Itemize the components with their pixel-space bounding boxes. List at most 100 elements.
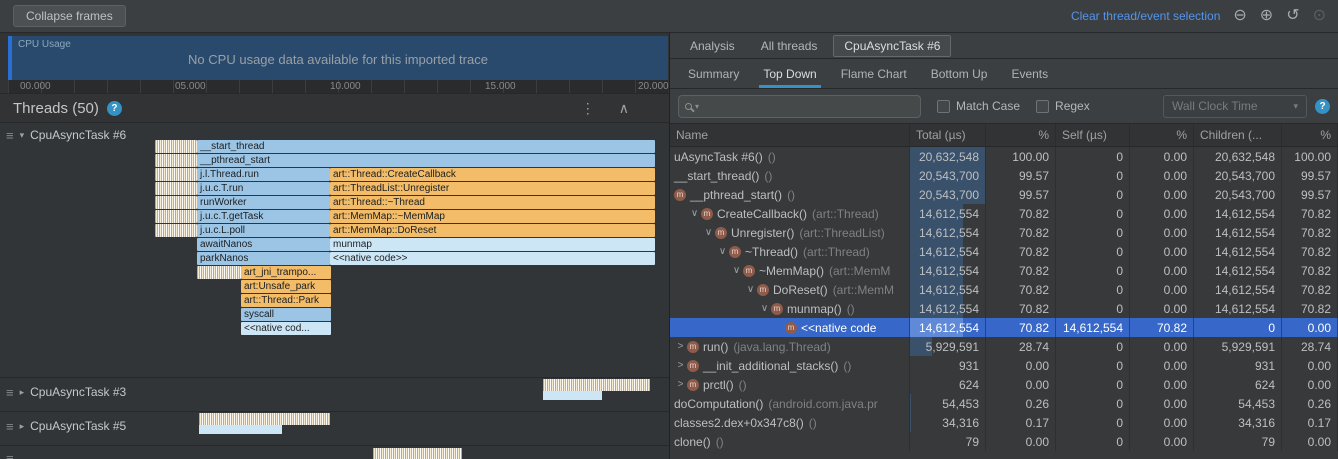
subtab-events[interactable]: Events xyxy=(999,59,1060,88)
table-row[interactable]: ∨mUnregister()(art::ThreadList)14,612,55… xyxy=(670,223,1338,242)
table-row[interactable]: ∨mDoReset()(art::MemM14,612,55470.8200.0… xyxy=(670,280,1338,299)
flame-call-segment[interactable]: art::Thread::~Thread xyxy=(330,196,655,209)
help-icon[interactable]: ? xyxy=(1315,99,1330,114)
subtab-flame-chart[interactable]: Flame Chart xyxy=(829,59,919,88)
flame-call-segment[interactable]: j.u.c.L.poll xyxy=(197,224,330,237)
flame-call-segment[interactable]: art::Thread::CreateCallback xyxy=(330,168,655,181)
table-row[interactable]: __start_thread()()20,543,70099.5700.0020… xyxy=(670,166,1338,185)
drag-handle-icon[interactable]: ≡ xyxy=(6,419,14,434)
flame-call-segment[interactable]: art::MemMap::~MemMap xyxy=(330,210,655,223)
column-header-[interactable]: % xyxy=(986,124,1056,146)
table-row[interactable]: classes2.dex+0x347c8()()34,3160.1700.003… xyxy=(670,413,1338,432)
flame-call-segment[interactable]: j.l.Thread.run xyxy=(197,168,330,181)
column-header-name[interactable]: Name xyxy=(670,124,910,146)
flame-call-segment[interactable]: art:Unsafe_park xyxy=(241,280,331,293)
chevron-right-icon[interactable]: > xyxy=(674,379,687,390)
flame-preview[interactable] xyxy=(373,448,462,459)
table-row[interactable]: >m__init_additional_stacks()()9310.0000.… xyxy=(670,356,1338,375)
search-input[interactable] xyxy=(702,99,914,113)
tab-cpuasynctask-6[interactable]: CpuAsyncTask #6 xyxy=(833,35,951,57)
reset-zoom-icon[interactable]: ↺ xyxy=(1286,8,1299,24)
flame-call-segment[interactable]: <<native cod... xyxy=(241,322,331,335)
column-header-children[interactable]: Children (... xyxy=(1194,124,1282,146)
timeline-ruler[interactable]: 00.00005.00010.00015.00020.000 xyxy=(8,80,668,93)
collapse-section-icon[interactable]: ∧ xyxy=(619,100,629,117)
cpu-usage-chart[interactable]: CPU Usage No CPU usage data available fo… xyxy=(8,36,668,80)
table-row[interactable]: doComputation()(android.com.java.pr54,45… xyxy=(670,394,1338,413)
thread-row-partial[interactable]: ≡ xyxy=(0,450,14,459)
table-row[interactable]: ∨m<<native code14,612,55470.8214,612,554… xyxy=(670,318,1338,337)
clear-selection-link[interactable]: Clear thread/event selection xyxy=(1071,9,1220,23)
thread-row-cpuasynctask-3[interactable]: ≡ ▸ CpuAsyncTask #3 xyxy=(0,384,126,400)
chevron-down-icon[interactable]: ∨ xyxy=(702,227,715,238)
flame-call-segment[interactable]: __start_thread xyxy=(197,140,655,153)
flame-multicolor-segment[interactable] xyxy=(155,168,197,181)
flame-call-segment[interactable]: parkNanos xyxy=(197,252,330,265)
flame-preview[interactable] xyxy=(543,379,650,391)
tab-all-threads[interactable]: All threads xyxy=(751,36,828,56)
flame-call-segment[interactable]: j.u.c.T.getTask xyxy=(197,210,330,223)
regex-option[interactable]: Regex xyxy=(1036,99,1090,113)
flame-call-segment[interactable]: __pthread_start xyxy=(197,154,655,167)
thread-row-cpuasynctask-6[interactable]: ≡ ▾ CpuAsyncTask #6 xyxy=(0,127,126,143)
table-row[interactable]: ∨m~MemMap()(art::MemM14,612,55470.8200.0… xyxy=(670,261,1338,280)
chevron-down-icon[interactable]: ∨ xyxy=(744,284,757,295)
match-case-checkbox[interactable] xyxy=(937,100,950,113)
drag-handle-icon[interactable]: ≡ xyxy=(6,451,14,459)
flame-preview[interactable] xyxy=(199,425,282,434)
flame-call-segment[interactable]: art::MemMap::DoReset xyxy=(330,224,655,237)
column-header-[interactable]: % xyxy=(1282,124,1338,146)
table-row[interactable]: clone()()790.0000.00790.00 xyxy=(670,432,1338,451)
match-case-option[interactable]: Match Case xyxy=(937,99,1020,113)
chevron-right-icon[interactable]: ▸ xyxy=(20,387,25,398)
drag-handle-icon[interactable]: ≡ xyxy=(6,128,14,143)
chevron-down-icon[interactable]: ∨ xyxy=(716,246,729,257)
flame-multicolor-segment[interactable] xyxy=(155,140,197,153)
table-row[interactable]: m__pthread_start()()20,543,70099.5700.00… xyxy=(670,185,1338,204)
zoom-out-icon[interactable]: ⊖ xyxy=(1233,8,1246,24)
subtab-bottom-up[interactable]: Bottom Up xyxy=(919,59,1000,88)
flame-call-segment[interactable]: munmap xyxy=(330,238,655,251)
column-header-total-s[interactable]: Total (µs) xyxy=(910,124,986,146)
table-row[interactable]: uAsyncTask #6()()20,632,548100.0000.0020… xyxy=(670,147,1338,166)
zoom-in-icon[interactable]: ⊕ xyxy=(1260,8,1273,24)
flame-call-segment[interactable]: art::ThreadList::Unregister xyxy=(330,182,655,195)
chevron-down-icon[interactable]: ∨ xyxy=(688,208,701,219)
regex-checkbox[interactable] xyxy=(1036,100,1049,113)
flame-multicolor-segment[interactable] xyxy=(155,224,197,237)
column-header-[interactable]: % xyxy=(1130,124,1194,146)
chevron-right-icon[interactable]: > xyxy=(674,341,687,352)
chevron-down-icon[interactable]: ∨ xyxy=(730,265,743,276)
flame-call-segment[interactable]: runWorker xyxy=(197,196,330,209)
thread-row-cpuasynctask-5[interactable]: ≡ ▸ CpuAsyncTask #5 xyxy=(0,418,126,434)
flame-preview[interactable] xyxy=(543,391,602,400)
flame-multicolor-segment[interactable] xyxy=(155,210,197,223)
chevron-down-icon[interactable]: ∨ xyxy=(758,303,771,314)
chevron-right-icon[interactable]: ▸ xyxy=(20,421,25,432)
subtab-top-down[interactable]: Top Down xyxy=(751,59,828,88)
flame-call-segment[interactable]: art_jni_trampo... xyxy=(241,266,331,279)
search-options-arrow-icon[interactable]: ▾ xyxy=(695,102,699,111)
table-row[interactable]: ∨m~Thread()(art::Thread)14,612,55470.820… xyxy=(670,242,1338,261)
flame-preview[interactable] xyxy=(199,413,330,425)
subtab-summary[interactable]: Summary xyxy=(676,59,751,88)
tab-analysis[interactable]: Analysis xyxy=(680,36,745,56)
flame-call-segment[interactable]: <<native code>> xyxy=(330,252,655,265)
flame-multicolor-segment[interactable] xyxy=(155,154,197,167)
clock-type-dropdown[interactable]: Wall Clock Time ▾ xyxy=(1163,95,1307,118)
table-row[interactable]: ∨mCreateCallback()(art::Thread)14,612,55… xyxy=(670,204,1338,223)
table-row[interactable]: ∨mmunmap()()14,612,55470.8200.0014,612,5… xyxy=(670,299,1338,318)
kebab-menu-icon[interactable]: ⋮ xyxy=(581,100,595,117)
collapse-frames-button[interactable]: Collapse frames xyxy=(13,5,126,27)
table-row[interactable]: >mrun()(java.lang.Thread)5,929,59128.740… xyxy=(670,337,1338,356)
table-row[interactable]: >mprctl()()6240.0000.006240.00 xyxy=(670,375,1338,394)
drag-handle-icon[interactable]: ≡ xyxy=(6,385,14,400)
help-icon[interactable]: ? xyxy=(107,101,122,116)
column-header-self-s[interactable]: Self (µs) xyxy=(1056,124,1130,146)
flame-multicolor-segment[interactable] xyxy=(197,266,241,279)
flame-call-segment[interactable]: syscall xyxy=(241,308,331,321)
flame-call-segment[interactable]: awaitNanos xyxy=(197,238,330,251)
flame-multicolor-segment[interactable] xyxy=(155,182,197,195)
chevron-right-icon[interactable]: > xyxy=(674,360,687,371)
flame-call-segment[interactable]: j.u.c.T.run xyxy=(197,182,330,195)
